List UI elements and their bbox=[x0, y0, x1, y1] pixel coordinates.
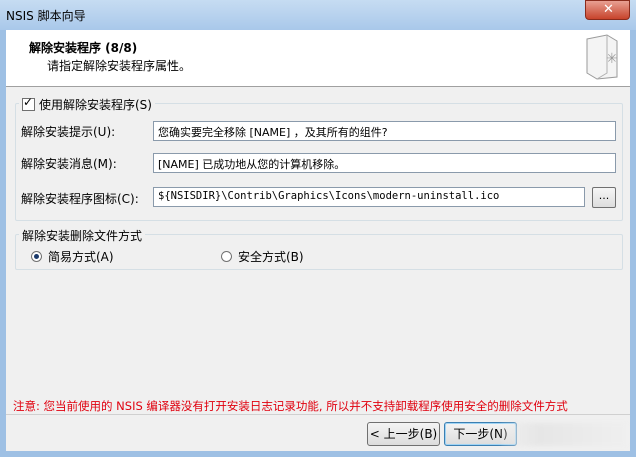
checkmark-icon: ✓ bbox=[23, 95, 34, 109]
page-title: 解除安装程序 (8/8) bbox=[29, 41, 138, 55]
page-subtitle: 请指定解除安装程序属性。 bbox=[47, 59, 192, 73]
checkbox-box[interactable]: ✓ bbox=[22, 95, 35, 111]
message-field[interactable]: [NAME] 已成功地从您的计算机移除。 bbox=[153, 153, 616, 173]
radio-safe[interactable]: 安全方式(B) bbox=[221, 248, 304, 265]
wizard-icon: ✳ bbox=[586, 34, 618, 80]
icon-label: 解除安装程序图标(C): bbox=[21, 192, 139, 206]
message-label: 解除安装消息(M): bbox=[21, 157, 117, 171]
checkbox-label: 使用解除安装程序(S) bbox=[39, 98, 152, 112]
close-button[interactable]: ✕ bbox=[585, 0, 630, 20]
use-uninstaller-checkbox[interactable]: ✓ 使用解除安装程序(S) bbox=[19, 95, 155, 113]
svg-text:✳: ✳ bbox=[606, 51, 618, 67]
browse-button[interactable]: ... bbox=[592, 187, 616, 208]
icon-path-field[interactable]: ${NSISDIR}\Contrib\Graphics\Icons\modern… bbox=[153, 187, 585, 207]
back-button[interactable]: < 上一步(B) bbox=[367, 422, 440, 446]
radio-button-icon[interactable] bbox=[221, 251, 232, 262]
window-title: NSIS 脚本向导 bbox=[6, 9, 86, 23]
warning-text: 注意: 您当前使用的 NSIS 编译器没有打开安装日志记录功能, 所以并不支持卸… bbox=[13, 399, 568, 413]
title-bar: NSIS 脚本向导 ✕ bbox=[0, 0, 636, 30]
divider bbox=[6, 414, 630, 415]
radio-simple-label: 简易方式(A) bbox=[48, 250, 114, 264]
prompt-label: 解除安装提示(U): bbox=[21, 125, 116, 139]
wizard-page: 解除安装程序 (8/8) 请指定解除安装程序属性。 ✳ ✓ 使用解除安装程序(S… bbox=[6, 30, 630, 451]
close-icon: ✕ bbox=[603, 2, 614, 17]
obscured-area bbox=[501, 423, 626, 446]
radio-button-icon[interactable] bbox=[31, 251, 42, 262]
radio-simple[interactable]: 简易方式(A) bbox=[31, 248, 114, 265]
wizard-header: 解除安装程序 (8/8) 请指定解除安装程序属性。 ✳ bbox=[6, 30, 630, 87]
prompt-field[interactable]: 您确实要完全移除 [NAME] ，及其所有的组件? bbox=[153, 121, 616, 141]
delete-mode-legend: 解除安装删除文件方式 bbox=[19, 227, 146, 244]
radio-safe-label: 安全方式(B) bbox=[238, 250, 304, 264]
